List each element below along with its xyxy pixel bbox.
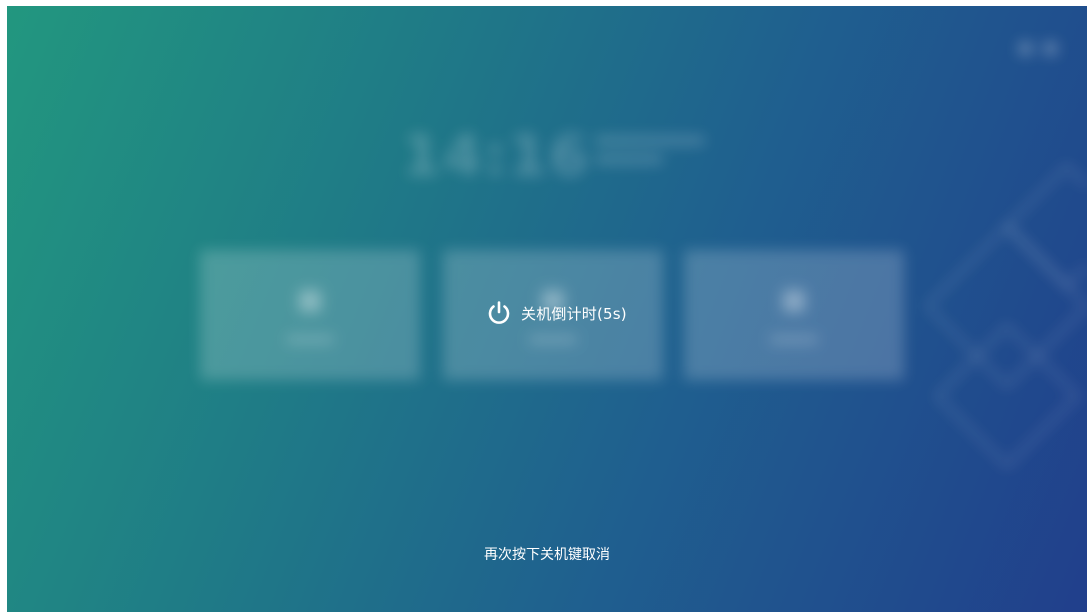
countdown-label: 关机倒计时(5s)	[521, 304, 627, 323]
tile-label	[770, 336, 818, 343]
decorative-diamonds	[927, 163, 1087, 469]
date-line	[595, 136, 705, 145]
clock-date-info	[595, 136, 705, 174]
cancel-hint: 再次按下关机键取消	[484, 547, 610, 563]
tile-label	[286, 336, 334, 343]
home-tile	[200, 250, 420, 380]
home-tile	[684, 250, 904, 380]
shutdown-countdown: 关机倒计时(5s)	[485, 298, 627, 328]
tile-icon	[299, 290, 321, 312]
power-icon	[488, 301, 510, 324]
status-icon	[1019, 42, 1032, 55]
status-icon	[1044, 42, 1057, 55]
clock-time: 14:16	[402, 124, 591, 189]
tile-label	[529, 336, 577, 343]
status-icons	[1007, 40, 1057, 59]
weekday-line	[595, 155, 664, 164]
tile-icon	[783, 290, 805, 312]
shutdown-overlay-screen: 14:16 关机倒计时(5s) 再次按下关机键取消	[7, 6, 1087, 612]
